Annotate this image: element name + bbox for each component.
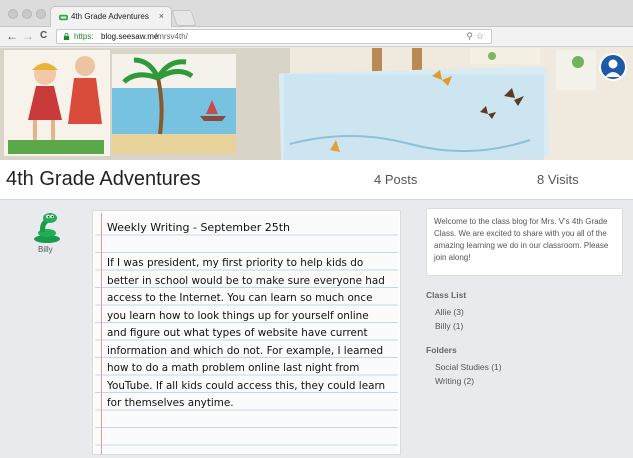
- children-drawings-illustration: [0, 48, 633, 160]
- person-icon: [605, 59, 621, 77]
- post-title: Weekly Writing - September 25th: [107, 221, 291, 234]
- lock-icon: [63, 33, 70, 40]
- class-list-item[interactable]: Allie (3): [435, 307, 464, 317]
- user-avatar-button[interactable]: [599, 53, 627, 81]
- post-card[interactable]: Weekly Writing - September 25th If I was…: [92, 210, 401, 455]
- lined-paper: Weekly Writing - September 25th If I was…: [95, 213, 398, 454]
- class-list-item[interactable]: Billy (1): [435, 321, 463, 331]
- post-author-name[interactable]: Billy: [38, 245, 53, 254]
- browser-toolbar: ← → C https: blog.seesaw.me /mrsv4th/ ⚲☆: [0, 27, 633, 47]
- window-zoom-dot[interactable]: [36, 9, 46, 19]
- posts-count[interactable]: 4 Posts: [374, 172, 417, 187]
- folder-item[interactable]: Social Studies (1): [435, 362, 502, 372]
- address-bar[interactable]: https: blog.seesaw.me /mrsv4th/ ⚲☆: [56, 29, 492, 44]
- blog-banner-image: [0, 48, 633, 160]
- url-host: blog.seesaw.me: [101, 32, 159, 41]
- forward-arrow-icon[interactable]: →: [22, 29, 34, 43]
- url-path: /mrsv4th/: [155, 32, 188, 41]
- new-tab-button[interactable]: [171, 10, 197, 26]
- visits-count: 8 Visits: [537, 172, 579, 187]
- tab-close-icon[interactable]: ×: [159, 11, 164, 21]
- folder-item[interactable]: Writing (2): [435, 376, 474, 386]
- blog-title: 4th Grade Adventures: [6, 168, 201, 190]
- seesaw-favicon-icon: [59, 14, 68, 21]
- paper-margin-line: [101, 213, 102, 454]
- window-close-dot[interactable]: [8, 9, 18, 19]
- browser-tab[interactable]: 4th Grade Adventures ×: [50, 6, 172, 28]
- about-blurb: Welcome to the class blog for Mrs. V's 4…: [426, 208, 623, 276]
- tab-title: 4th Grade Adventures: [71, 12, 149, 21]
- browser-titlebar: 4th Grade Adventures ×: [0, 0, 633, 28]
- class-list-title: Class List: [426, 290, 467, 300]
- snake-avatar-icon: [34, 213, 60, 243]
- post-body: If I was president, my first priority to…: [107, 257, 386, 409]
- reload-icon[interactable]: C: [40, 29, 47, 43]
- blog-header: 4th Grade Adventures 4 Posts 8 Visits: [0, 160, 633, 200]
- back-arrow-icon[interactable]: ←: [6, 29, 18, 43]
- search-bookmark-icon[interactable]: ⚲☆: [466, 31, 487, 42]
- url-scheme: https:: [74, 32, 94, 41]
- window-minimize-dot[interactable]: [22, 9, 32, 19]
- folders-title: Folders: [426, 345, 457, 355]
